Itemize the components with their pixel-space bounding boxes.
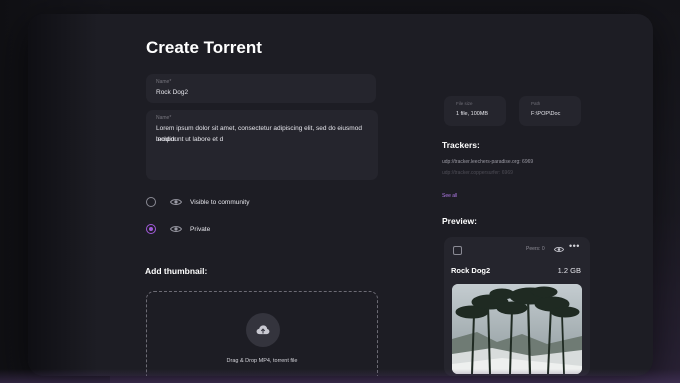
description-field[interactable]: Name* Lorem ipsum dolor sit amet, consec… (146, 110, 378, 180)
radio-community[interactable] (146, 197, 156, 207)
forest-image (452, 284, 582, 374)
path-value: F:\POP\Doc (531, 111, 561, 117)
thumbnail-heading: Add thumbnail: (145, 266, 208, 276)
file-size-label: File size (456, 101, 473, 106)
visibility-option-private[interactable]: Private (146, 224, 210, 234)
bottom-glow (0, 369, 680, 383)
file-size-stat: File size 1 file, 100MB (444, 96, 506, 126)
peers-count: Peers: 0 (526, 246, 545, 252)
checkbox-icon[interactable] (453, 246, 462, 255)
preview-heading: Preview: (442, 216, 477, 226)
trackers-heading: Trackers: (442, 140, 480, 150)
preview-size: 1.2 GB (557, 266, 581, 275)
visibility-option-label: Visible to community (190, 198, 250, 206)
window-shade (28, 14, 98, 376)
file-size-value: 1 file, 100MB (456, 111, 489, 117)
thumbnail-dropzone[interactable]: Drag & Drop MP4, torrent file (146, 291, 378, 376)
visibility-option-label: Private (190, 225, 211, 233)
path-stat: Path F:\POP\Doc (519, 96, 581, 126)
dropzone-text: Drag & Drop MP4, torrent file (226, 358, 298, 364)
preview-name: Rock Dog2 (451, 266, 491, 275)
preview-card: Peers: 0 ••• Rock Dog2 1.2 GB (444, 237, 590, 376)
eye-icon[interactable] (554, 245, 564, 254)
tracker-item: udp://tracker.coppersurfer: 6969 (442, 170, 513, 176)
name-field[interactable]: Name* Rock Dog2 (146, 74, 376, 103)
preview-thumbnail-image (452, 284, 582, 374)
more-icon[interactable]: ••• (569, 241, 580, 251)
name-field-label: Name* (156, 79, 172, 85)
description-field-label: Name* (156, 115, 172, 121)
upload-button[interactable] (246, 313, 280, 347)
page-title: Create Torrent (146, 38, 262, 57)
see-all-link[interactable]: See all (442, 193, 457, 199)
description-text-line-2: incididunt ut labore et d (156, 136, 224, 143)
upload-cloud-icon (256, 325, 270, 335)
tracker-item: udp://tracker.leechers-paradise.org: 696… (442, 159, 534, 165)
eye-icon (170, 199, 182, 205)
path-label: Path (531, 101, 541, 106)
visibility-option-community[interactable]: Visible to community (146, 197, 250, 207)
eye-icon (170, 226, 182, 232)
radio-private[interactable] (146, 224, 156, 234)
create-torrent-window: Create Torrent Name* Rock Dog2 Name* Lor… (28, 14, 653, 376)
name-field-value: Rock Dog2 (156, 89, 189, 96)
